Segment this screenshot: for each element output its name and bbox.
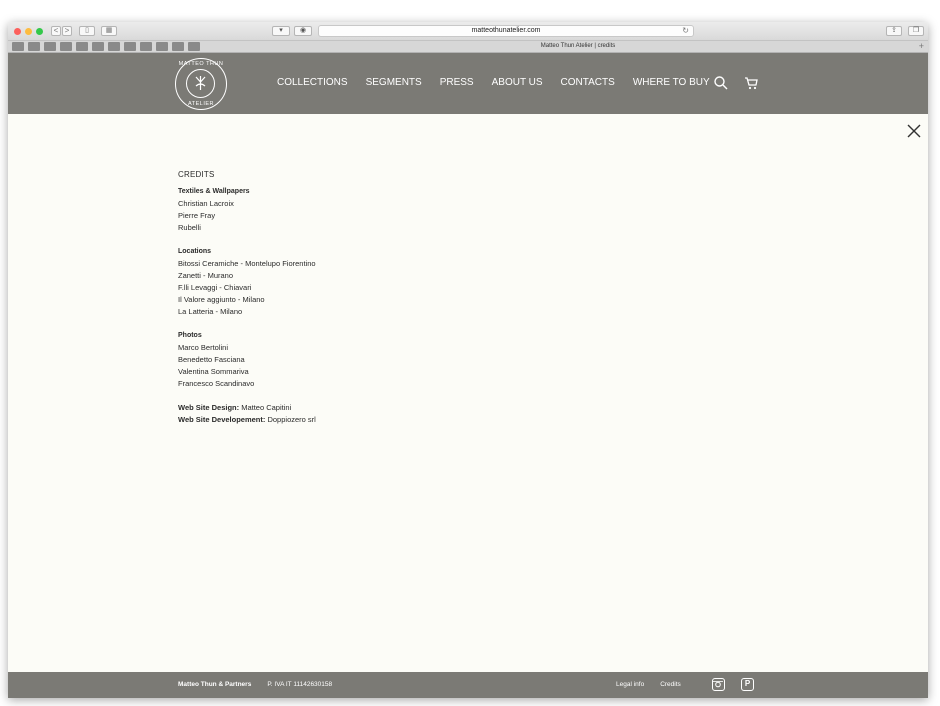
- list-item: Pierre Fray: [178, 211, 216, 220]
- bookmark-icon[interactable]: [188, 42, 200, 51]
- extension-icons: ▾ ◉: [272, 26, 312, 36]
- close-icon[interactable]: [907, 124, 921, 143]
- web-credits: Web Site Design: Matteo Capitini Web Sit…: [178, 402, 316, 426]
- footer-company: Matteo Thun & Partners: [178, 681, 252, 688]
- logo-bottom-text: ATELIER: [187, 101, 214, 107]
- history-nav: < >: [51, 26, 73, 36]
- logo[interactable]: MATTEO THUN ATELIER: [175, 58, 227, 110]
- nav-item-press[interactable]: PRESS: [440, 77, 474, 88]
- web-dev-label: Web Site Developement:: [178, 415, 266, 424]
- youtube-bookmark-icon[interactable]: [92, 42, 104, 51]
- facebook-bookmark-icon[interactable]: [12, 42, 24, 51]
- main-nav: COLLECTIONS SEGMENTS PRESS ABOUT US CONT…: [277, 77, 710, 88]
- list-item: Rubelli: [178, 223, 201, 232]
- credits-panel: CREDITS Textiles & Wallpapers Christian …: [178, 169, 316, 426]
- reload-icon[interactable]: ↻: [682, 26, 689, 36]
- pinterest-icon[interactable]: P: [741, 678, 754, 691]
- bookmarks-bar: Matteo Thun Atelier | credits +: [8, 40, 928, 53]
- cart-icon[interactable]: [744, 76, 758, 95]
- list-item: Benedetto Fasciana: [178, 355, 245, 364]
- page-title: CREDITS: [178, 170, 215, 179]
- browser-window: < > ▯ ▦ ▾ ◉ matteothunatelier.com ↻ ⇪ ❐: [8, 22, 928, 698]
- address-bar[interactable]: matteothunatelier.com ↻: [318, 25, 694, 37]
- list-item: La Latteria - Milano: [178, 307, 243, 316]
- toolbar-right: ⇪ ❐: [886, 26, 924, 36]
- bookmark-icon[interactable]: [108, 42, 120, 51]
- bookmark-icon[interactable]: [76, 42, 88, 51]
- bookmark-icon[interactable]: [140, 42, 152, 51]
- nav-item-where-to-buy[interactable]: WHERE TO BUY: [633, 77, 710, 88]
- footer-company-info: Matteo Thun & Partners P. IVA IT 1114263…: [178, 681, 332, 688]
- adblock-extension-icon[interactable]: ◉: [294, 26, 312, 36]
- back-button[interactable]: <: [51, 26, 61, 36]
- web-design-value: Matteo Capitini: [239, 403, 292, 412]
- list-item: Il Valore aggiunto - Milano: [178, 295, 265, 304]
- search-icon[interactable]: [714, 76, 728, 95]
- browser-toolbar: < > ▯ ▦ ▾ ◉ matteothunatelier.com ↻ ⇪ ❐: [8, 22, 928, 40]
- list-item: F.lli Levaggi - Chiavari: [178, 283, 252, 292]
- bookmark-icon[interactable]: [172, 42, 184, 51]
- forward-button[interactable]: >: [62, 26, 72, 36]
- logo-top-text: MATTEO THUN: [178, 61, 224, 67]
- share-button[interactable]: ⇪: [886, 26, 902, 36]
- section-heading: Textiles & Wallpapers: [178, 188, 250, 195]
- tab-title[interactable]: Matteo Thun Atelier | credits: [428, 43, 728, 49]
- bookmark-icon[interactable]: [124, 42, 136, 51]
- web-dev-value: Doppiozero srl: [265, 415, 316, 424]
- top-sites-button[interactable]: ▦: [101, 26, 117, 36]
- window-controls: [14, 27, 43, 35]
- credits-link[interactable]: Credits: [660, 681, 681, 688]
- nav-item-about-us[interactable]: ABOUT US: [492, 77, 543, 88]
- list-item: Marco Bertolini: [178, 343, 229, 352]
- legal-info-link[interactable]: Legal info: [616, 681, 644, 688]
- section-heading: Photos: [178, 332, 202, 339]
- list-item: Zanetti - Murano: [178, 271, 234, 280]
- credits-section-locations: Locations Bitossi Ceramiche - Montelupo …: [178, 246, 316, 318]
- logo-emblem-icon: [186, 69, 215, 98]
- instagram-icon[interactable]: [712, 678, 725, 691]
- nav-item-contacts[interactable]: CONTACTS: [561, 77, 615, 88]
- site-header: MATTEO THUN ATELIER COLLECTIONS SEGMENTS…: [8, 53, 928, 114]
- web-design-credit: Web Site Design: Matteo Capitini: [178, 402, 316, 414]
- credits-section-photos: Photos Marco Bertolini Benedetto Fascian…: [178, 330, 316, 390]
- tabs-overview-button[interactable]: ❐: [908, 26, 924, 36]
- bookmark-icon[interactable]: [156, 42, 168, 51]
- sidebar-toggle-button[interactable]: ▯: [79, 26, 95, 36]
- web-design-label: Web Site Design:: [178, 403, 240, 412]
- nav-item-segments[interactable]: SEGMENTS: [366, 77, 422, 88]
- section-heading: Locations: [178, 248, 212, 255]
- web-dev-credit: Web Site Developement: Doppiozero srl: [178, 414, 316, 426]
- list-item: Christian Lacroix: [178, 199, 234, 208]
- linkedin-bookmark-icon[interactable]: [60, 42, 72, 51]
- shield-extension-icon[interactable]: ▾: [272, 26, 290, 36]
- main-content: CREDITS Textiles & Wallpapers Christian …: [8, 114, 928, 671]
- instagram-bookmark-icon[interactable]: [44, 42, 56, 51]
- new-tab-button[interactable]: +: [919, 41, 924, 51]
- site-footer: Matteo Thun & Partners P. IVA IT 1114263…: [8, 672, 928, 698]
- minimize-window-button[interactable]: [25, 27, 32, 35]
- footer-vat: P. IVA IT 11142630158: [267, 681, 333, 688]
- twitter-bookmark-icon[interactable]: [28, 42, 40, 51]
- bookmark-icons: [12, 42, 200, 51]
- list-item: Valentina Sommariva: [178, 367, 249, 376]
- credits-section-textiles: Textiles & Wallpapers Christian Lacroix …: [178, 186, 316, 234]
- close-window-button[interactable]: [14, 27, 21, 35]
- list-item: Bitossi Ceramiche - Montelupo Fiorentino: [178, 259, 316, 268]
- url-text: matteothunatelier.com: [471, 27, 541, 34]
- footer-links: Legal info Credits: [616, 681, 681, 688]
- nav-item-collections[interactable]: COLLECTIONS: [277, 77, 348, 88]
- maximize-window-button[interactable]: [36, 27, 43, 35]
- list-item: Francesco Scandinavo: [178, 379, 255, 388]
